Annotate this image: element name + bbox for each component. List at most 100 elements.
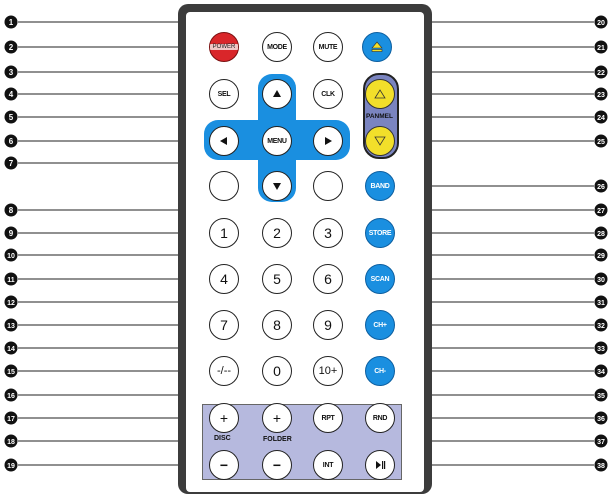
number-0-button[interactable]: 0 — [262, 356, 292, 386]
folder-plus-button[interactable]: + — [262, 403, 292, 433]
callout-number: 12 — [7, 300, 15, 307]
callout-marker-18: 18 — [4, 434, 18, 448]
callout-marker-5: 5 — [4, 110, 18, 124]
callout-marker-36: 36 — [594, 411, 608, 425]
random-button[interactable]: RND — [365, 403, 395, 433]
callout-number: 25 — [597, 139, 605, 146]
callout-number: 28 — [597, 231, 605, 238]
callout-marker-35: 35 — [594, 388, 608, 402]
band-button[interactable]: BAND — [365, 171, 395, 201]
callout-number: 11 — [7, 277, 15, 284]
panel-down-button[interactable] — [365, 126, 395, 156]
callout-marker-20: 20 — [594, 15, 608, 29]
folder-minus-button[interactable]: − — [262, 450, 292, 480]
dpad-right-button[interactable] — [313, 126, 343, 156]
callout-number: 24 — [597, 115, 605, 122]
down-arrow-icon — [273, 183, 281, 190]
number-6-button[interactable]: 6 — [313, 264, 343, 294]
blank-button-right[interactable] — [313, 171, 343, 201]
eject-icon — [371, 41, 383, 52]
callout-number: 26 — [597, 184, 605, 191]
callout-marker-33: 33 — [594, 341, 608, 355]
callout-marker-15: 15 — [4, 364, 18, 378]
callout-marker-25: 25 — [594, 134, 608, 148]
callout-marker-31: 31 — [594, 295, 608, 309]
callout-marker-8: 8 — [4, 203, 18, 217]
callout-number: 6 — [9, 137, 14, 146]
callout-marker-38: 38 — [594, 458, 608, 472]
callout-marker-1: 1 — [4, 15, 18, 29]
number-2-button[interactable]: 2 — [262, 218, 292, 248]
disc-minus-button[interactable]: − — [209, 450, 239, 480]
eject-button[interactable] — [362, 32, 392, 62]
callout-number: 7 — [9, 159, 14, 168]
callout-number: 14 — [7, 346, 15, 353]
dpad-down-button[interactable] — [262, 171, 292, 201]
panel-up-button[interactable] — [365, 79, 395, 109]
callout-number: 16 — [7, 393, 15, 400]
callout-marker-12: 12 — [4, 295, 18, 309]
callout-number: 3 — [9, 68, 14, 77]
power-button[interactable]: POWER — [209, 32, 239, 62]
dpad-left-button[interactable] — [209, 126, 239, 156]
callout-number: 19 — [7, 463, 15, 470]
play-pause-button[interactable] — [365, 450, 395, 480]
scan-button[interactable]: SCAN — [365, 264, 395, 294]
intro-button[interactable]: INT — [313, 450, 343, 480]
number-4-button[interactable]: 4 — [209, 264, 239, 294]
panmel-label: PANMEL — [366, 113, 393, 120]
clk-button[interactable]: CLK — [313, 79, 343, 109]
callout-number: 23 — [597, 92, 605, 99]
callout-marker-7: 7 — [4, 156, 18, 170]
number-9-button[interactable]: 9 — [313, 310, 343, 340]
callout-marker-13: 13 — [4, 318, 18, 332]
blank-button-left[interactable] — [209, 171, 239, 201]
callout-marker-11: 11 — [4, 272, 18, 286]
up-arrow-icon — [273, 90, 281, 97]
callout-marker-37: 37 — [594, 434, 608, 448]
callout-number: 20 — [597, 20, 605, 27]
dpad-up-button[interactable] — [262, 79, 292, 109]
callout-number: 33 — [597, 346, 605, 353]
callout-number: 30 — [597, 277, 605, 284]
callout-marker-21: 21 — [594, 40, 608, 54]
ten-plus-button[interactable]: 10+ — [313, 356, 343, 386]
disc-plus-button[interactable]: + — [209, 403, 239, 433]
dash-button[interactable]: -/-- — [209, 356, 239, 386]
up-arrow-icon — [374, 89, 386, 99]
callout-number: 37 — [597, 439, 605, 446]
callout-number: 8 — [9, 206, 14, 215]
callout-number: 36 — [597, 416, 605, 423]
callout-marker-16: 16 — [4, 388, 18, 402]
callout-marker-10: 10 — [4, 248, 18, 262]
store-button[interactable]: STORE — [365, 218, 395, 248]
mute-button[interactable]: MUTE — [313, 32, 343, 62]
sel-button[interactable]: SEL — [209, 79, 239, 109]
callout-number: 21 — [597, 45, 605, 52]
callout-number: 31 — [597, 300, 605, 307]
left-arrow-icon — [220, 137, 227, 145]
callout-marker-27: 27 — [594, 203, 608, 217]
disc-label: DISC — [214, 435, 231, 442]
channel-up-button[interactable]: CH+ — [365, 310, 395, 340]
channel-down-button[interactable]: CH- — [365, 356, 395, 386]
callout-number: 17 — [7, 416, 15, 423]
number-5-button[interactable]: 5 — [262, 264, 292, 294]
callout-marker-23: 23 — [594, 87, 608, 101]
number-1-button[interactable]: 1 — [209, 218, 239, 248]
callout-marker-26: 26 — [594, 179, 608, 193]
callout-number: 18 — [7, 439, 15, 446]
right-callout-markers: 20 21 22 23 24 25 26 27 28 29 30 31 32 33 34 35 36 37 38 — [594, 15, 608, 472]
mode-button[interactable]: MODE — [262, 32, 292, 62]
menu-button[interactable]: MENU — [262, 126, 292, 156]
callout-marker-3: 3 — [4, 65, 18, 79]
number-7-button[interactable]: 7 — [209, 310, 239, 340]
number-3-button[interactable]: 3 — [313, 218, 343, 248]
callout-marker-4: 4 — [4, 87, 18, 101]
callout-marker-22: 22 — [594, 65, 608, 79]
repeat-button[interactable]: RPT — [313, 403, 343, 433]
number-8-button[interactable]: 8 — [262, 310, 292, 340]
callout-marker-6: 6 — [4, 134, 18, 148]
right-arrow-icon — [325, 137, 332, 145]
callout-number: 29 — [597, 253, 605, 260]
